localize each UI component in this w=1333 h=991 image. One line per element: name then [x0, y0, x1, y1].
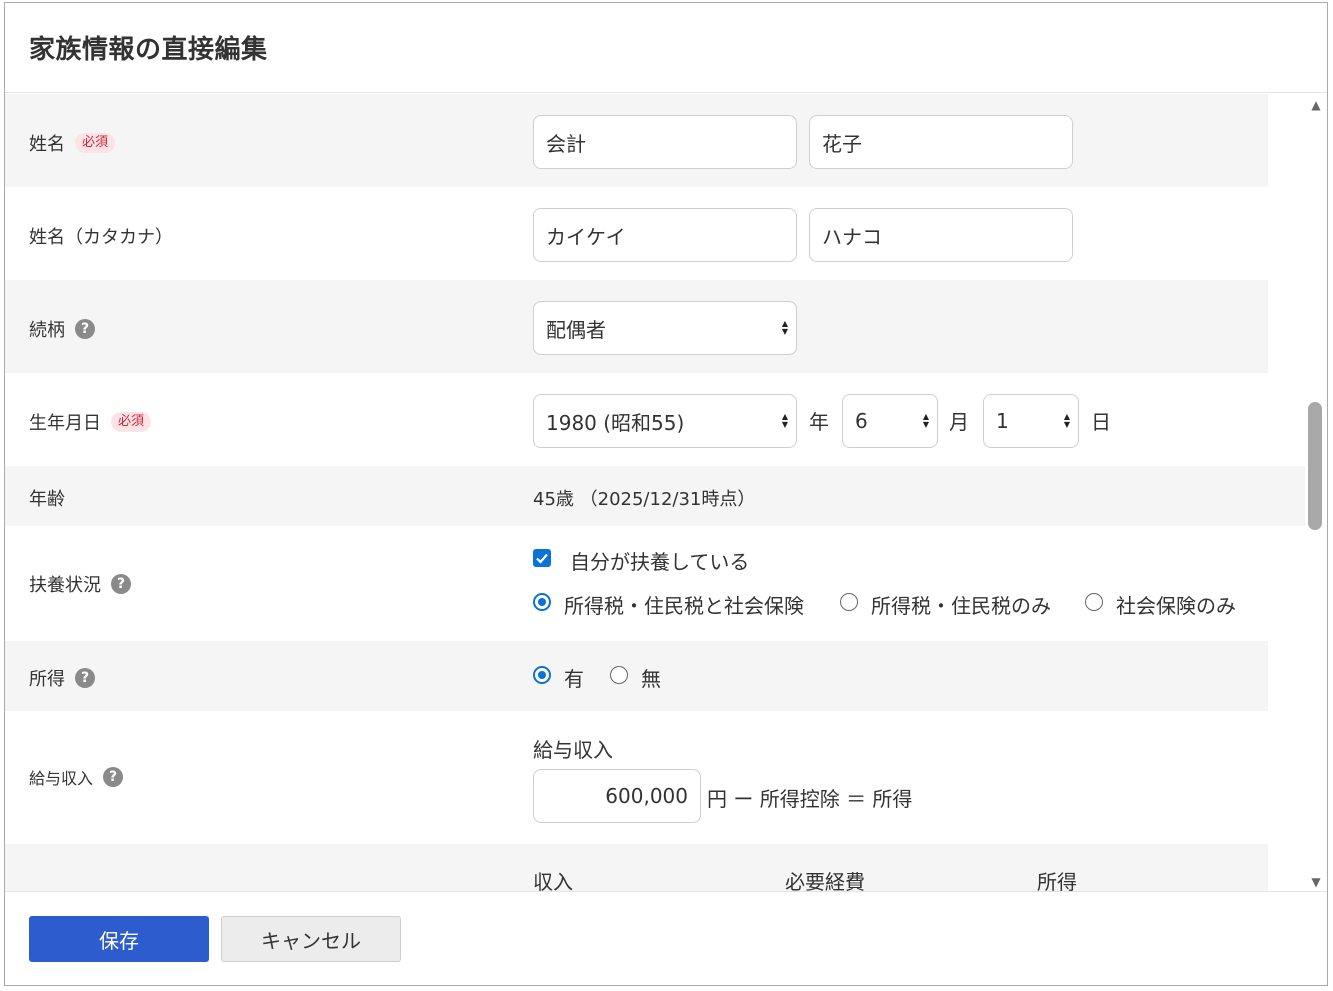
dependent-label-group: 扶養状況 ? — [29, 571, 131, 597]
birth-month-select[interactable]: 6 ▲ ▼ — [842, 394, 938, 448]
salary-label-group: 給与収入 ? — [29, 765, 124, 789]
age-value: 45歳 （2025/12/31時点） — [533, 489, 756, 510]
name-label: 姓名 — [29, 134, 65, 155]
first-name-kana-input[interactable]: ハナコ — [809, 208, 1073, 262]
required-badge: 必須 — [75, 133, 116, 153]
row-income-table-header: 収入 必要経費 所得 — [5, 844, 1268, 891]
income-option-no[interactable]: 無 — [641, 663, 661, 692]
modal-body[interactable]: 姓名 必須 会計 花子 姓名（カタカナ） カイケイ ハナコ 続柄 ? 配偶者 ▲… — [5, 94, 1305, 891]
relation-value: 配偶者 — [546, 317, 606, 342]
row-birthday: 生年月日 必須 1980 (昭和55) ▲ ▼ 年 6 ▲ ▼ 月 1 ▲ ▼ 日 — [5, 373, 1268, 466]
dependent-option-tax[interactable]: 所得税・住民税のみ — [871, 590, 1051, 619]
help-icon[interactable]: ? — [75, 668, 95, 688]
age-label: 年齢 — [29, 489, 65, 510]
birth-year-value: 1980 (昭和55) — [546, 410, 685, 435]
income-label: 所得 — [29, 669, 65, 690]
dependent-radio-insurance[interactable] — [1085, 593, 1103, 611]
row-dependent: 扶養状況 ? 自分が扶養している 所得税・住民税と社会保険 所得税・住民税のみ … — [5, 526, 1268, 641]
dependent-radio-all[interactable] — [533, 593, 551, 611]
select-arrows-icon: ▲ ▼ — [781, 319, 788, 336]
dependent-option-insurance[interactable]: 社会保険のみ — [1116, 590, 1236, 619]
scroll-thumb[interactable] — [1308, 402, 1322, 530]
scroll-down-arrow-icon[interactable]: ▼ — [1308, 875, 1324, 889]
birthday-label-group: 生年月日 必須 — [29, 409, 152, 435]
relation-label-group: 続柄 ? — [29, 316, 95, 342]
row-kana: 姓名（カタカナ） カイケイ ハナコ — [5, 187, 1268, 280]
income-radio-no[interactable] — [610, 666, 628, 684]
income-radio-yes[interactable] — [533, 666, 551, 684]
select-arrows-icon: ▲ ▼ — [781, 412, 788, 429]
birth-month-value: 6 — [855, 409, 868, 433]
help-icon[interactable]: ? — [75, 319, 95, 339]
birth-day-select[interactable]: 1 ▲ ▼ — [983, 394, 1079, 448]
row-income: 所得 ? 有 無 — [5, 641, 1268, 711]
modal-footer: 保存 キャンセル — [5, 891, 1327, 985]
salary-amount-input[interactable]: 600,000 — [533, 769, 701, 823]
save-button[interactable]: 保存 — [29, 916, 209, 962]
edit-family-modal: 家族情報の直接編集 姓名 必須 会計 花子 姓名（カタカナ） カイケイ ハナコ … — [5, 3, 1327, 985]
row-salary: 給与収入 ? 給与収入 600,000 円 ー 所得控除 ＝ 所得 — [5, 711, 1268, 844]
day-unit: 日 — [1091, 410, 1111, 434]
birth-day-value: 1 — [996, 409, 1009, 433]
last-name-kana-input[interactable]: カイケイ — [533, 208, 797, 262]
kana-label: 姓名（カタカナ） — [29, 227, 173, 248]
help-icon[interactable]: ? — [111, 574, 131, 594]
row-age: 年齢 45歳 （2025/12/31時点） — [5, 466, 1305, 526]
relation-label: 続柄 — [29, 320, 65, 341]
dependent-label: 扶養状況 — [29, 575, 101, 596]
name-label-group: 姓名 必須 — [29, 130, 116, 156]
first-name-input[interactable]: 花子 — [809, 115, 1073, 169]
last-name-input[interactable]: 会計 — [533, 115, 797, 169]
cancel-button[interactable]: キャンセル — [221, 916, 401, 962]
salary-formula: 円 ー 所得控除 ＝ 所得 — [707, 787, 913, 811]
year-unit: 年 — [809, 410, 829, 434]
modal-header: 家族情報の直接編集 — [5, 3, 1327, 93]
select-arrows-icon: ▲ ▼ — [922, 412, 929, 429]
dependent-checkbox-label[interactable]: 自分が扶養している — [570, 546, 749, 575]
row-name: 姓名 必須 会計 花子 — [5, 94, 1268, 187]
relation-select[interactable]: 配偶者 ▲ ▼ — [533, 301, 797, 355]
check-icon — [536, 553, 548, 564]
modal-title: 家族情報の直接編集 — [29, 35, 268, 65]
row-relation: 続柄 ? 配偶者 ▲ ▼ — [5, 280, 1268, 373]
table-header-income: 収入 — [533, 870, 573, 891]
table-header-net: 所得 — [1037, 870, 1077, 891]
scroll-up-arrow-icon[interactable]: ▲ — [1308, 98, 1324, 112]
salary-sub-label: 給与収入 — [533, 738, 613, 762]
required-badge: 必須 — [111, 412, 152, 432]
month-unit: 月 — [949, 410, 969, 434]
income-option-yes[interactable]: 有 — [564, 663, 584, 692]
dependent-option-all[interactable]: 所得税・住民税と社会保険 — [564, 590, 804, 619]
birthday-label: 生年月日 — [29, 413, 101, 434]
dependent-radio-tax[interactable] — [840, 593, 858, 611]
birth-year-select[interactable]: 1980 (昭和55) ▲ ▼ — [533, 394, 797, 448]
salary-label: 給与収入 — [29, 769, 94, 788]
select-arrows-icon: ▲ ▼ — [1063, 412, 1070, 429]
table-header-expenses: 必要経費 — [785, 870, 865, 891]
income-label-group: 所得 ? — [29, 665, 95, 691]
modal-scrollbar[interactable]: ▲ ▼ — [1305, 94, 1327, 891]
help-icon[interactable]: ? — [103, 767, 124, 787]
dependent-checkbox[interactable] — [533, 549, 551, 567]
